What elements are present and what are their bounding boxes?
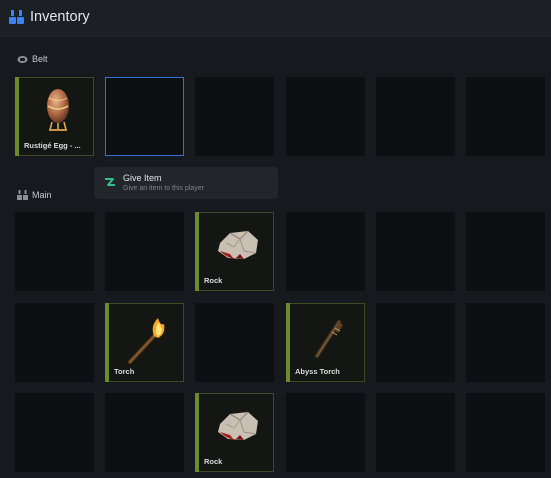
main_slots-slot-9[interactable] (195, 303, 274, 382)
main_slots-slot-5[interactable] (376, 212, 455, 291)
main_slots-slot-16[interactable] (286, 393, 365, 472)
main_slots-slot-7[interactable] (15, 303, 94, 382)
give-item-tooltip[interactable]: Give Item Give an item to this player (94, 167, 278, 199)
main_slots-slot-4[interactable] (286, 212, 365, 291)
main_slots-slot-1[interactable] (15, 212, 94, 291)
belt-icon (17, 56, 28, 63)
item-name: Rock (204, 457, 223, 466)
belt_slots-slot-6[interactable] (466, 77, 545, 156)
main_slots-slot-12[interactable] (466, 303, 545, 382)
give-item-icon (105, 178, 115, 186)
item-name: Rock (204, 276, 223, 285)
tooltip-title: Give Item (123, 173, 162, 183)
belt_slots-slot-3[interactable] (195, 77, 274, 156)
main_slots-slot-15[interactable]: Rock (195, 393, 274, 472)
main_slots-slot-6[interactable] (466, 212, 545, 291)
belt_slots-slot-2[interactable] (105, 77, 184, 156)
main_slots-slot-13[interactable] (15, 393, 94, 472)
main_slots-slot-11[interactable] (376, 303, 455, 382)
main_slots-slot-3[interactable]: Rock (195, 212, 274, 291)
main_slots-slot-2[interactable] (105, 212, 184, 291)
page-title: Inventory (30, 9, 90, 25)
item-name: Rustigé Egg - ... (24, 141, 81, 150)
inventory-header: Inventory (0, 0, 551, 37)
belt_slots-slot-1[interactable]: Rustigé Egg - ... (15, 77, 94, 156)
belt-section-label: Belt (17, 54, 77, 66)
item-name: Abyss Torch (295, 367, 340, 376)
main_slots-slot-10[interactable]: Abyss Torch (286, 303, 365, 382)
tooltip-subtitle: Give an item to this player (123, 185, 204, 192)
main_slots-slot-18[interactable] (466, 393, 545, 472)
belt_slots-slot-5[interactable] (376, 77, 455, 156)
belt_slots-slot-4[interactable] (286, 77, 365, 156)
main-section-label: Main (17, 190, 77, 202)
main_slots-slot-14[interactable] (105, 393, 184, 472)
inventory-icon (9, 10, 24, 24)
main_slots-slot-8[interactable]: Torch (105, 303, 184, 382)
main_slots-slot-17[interactable] (376, 393, 455, 472)
item-name: Torch (114, 367, 135, 376)
main-icon (17, 190, 28, 200)
